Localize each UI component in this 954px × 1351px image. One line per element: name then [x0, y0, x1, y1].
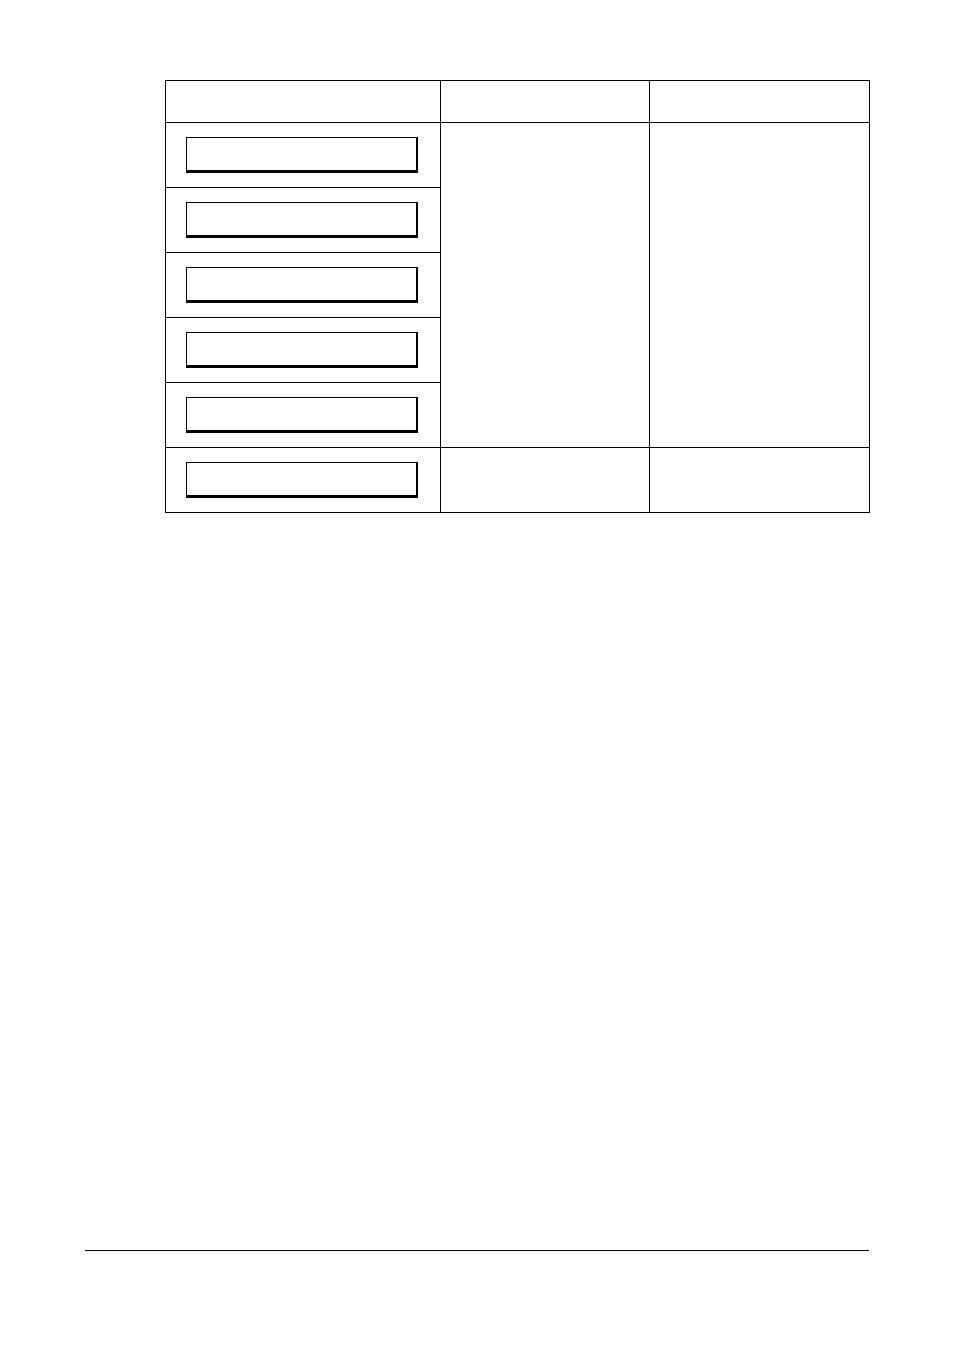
cell-col1	[166, 188, 441, 253]
header-cell-1	[166, 81, 441, 123]
cell-col2	[440, 123, 650, 188]
input-box[interactable]	[186, 332, 418, 368]
table-row	[166, 383, 870, 448]
cell-col1	[166, 448, 441, 513]
cell-col1	[166, 383, 441, 448]
cell-col3	[650, 253, 870, 318]
input-box[interactable]	[186, 267, 418, 303]
table-row	[166, 188, 870, 253]
input-box[interactable]	[186, 202, 418, 238]
page-container	[0, 0, 954, 513]
cell-col2	[440, 253, 650, 318]
cell-col1	[166, 318, 441, 383]
table-row	[166, 253, 870, 318]
cell-col2	[440, 448, 650, 513]
input-box[interactable]	[186, 462, 418, 498]
table-header-row	[166, 81, 870, 123]
table-row	[166, 318, 870, 383]
cell-col1	[166, 123, 441, 188]
cell-col3	[650, 383, 870, 448]
cell-col3	[650, 448, 870, 513]
input-box[interactable]	[186, 137, 418, 173]
cell-col2	[440, 318, 650, 383]
table-row	[166, 123, 870, 188]
cell-col1	[166, 253, 441, 318]
data-table	[165, 80, 870, 513]
table-row	[166, 448, 870, 513]
input-box[interactable]	[186, 397, 418, 433]
cell-col2	[440, 383, 650, 448]
header-cell-3	[650, 81, 870, 123]
cell-col3	[650, 318, 870, 383]
header-cell-2	[440, 81, 650, 123]
cell-col3	[650, 188, 870, 253]
cell-col3	[650, 123, 870, 188]
footer-divider	[85, 1250, 869, 1251]
cell-col2	[440, 188, 650, 253]
